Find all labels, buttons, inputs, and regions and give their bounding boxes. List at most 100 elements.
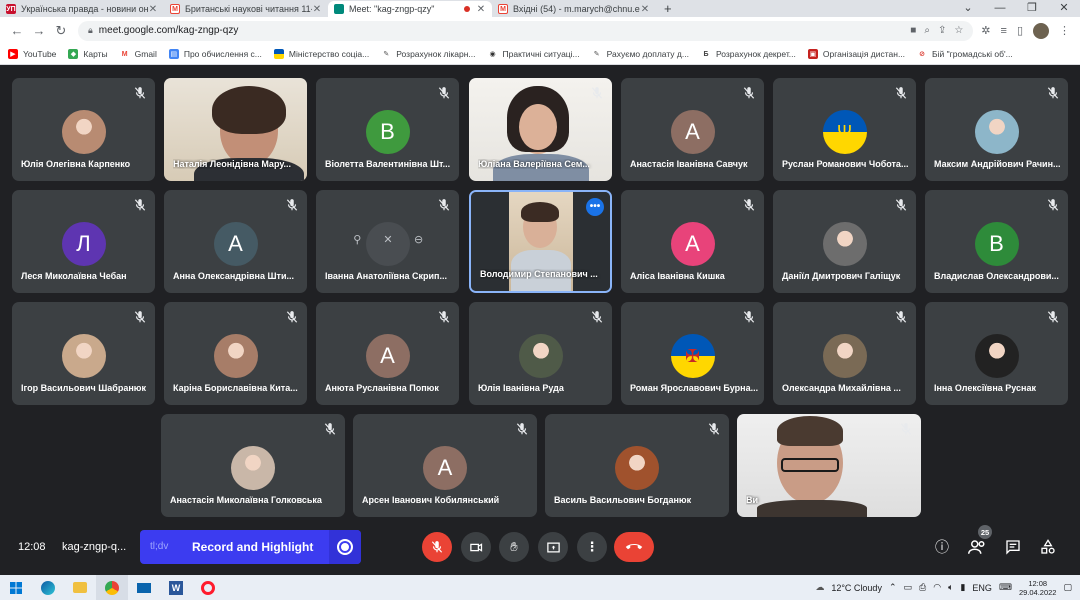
- taskbar-word[interactable]: W: [160, 575, 192, 600]
- participant-tile[interactable]: А Арсен Іванович Кобилянський: [353, 414, 537, 517]
- participant-tile[interactable]: ✠ Роман Ярославович Бурна...: [621, 302, 764, 405]
- record-highlight-button[interactable]: tl;dv Record and Highlight: [140, 530, 361, 564]
- minimize-icon[interactable]: —: [984, 0, 1016, 17]
- close-tab-icon[interactable]: ✕: [148, 4, 158, 15]
- tile-more-options-icon[interactable]: •••: [586, 198, 604, 216]
- close-tab-icon[interactable]: ✕: [640, 4, 650, 15]
- reading-list-icon[interactable]: ≡: [1001, 25, 1007, 37]
- pin-icon[interactable]: ⚲: [348, 230, 366, 248]
- bookmark-item[interactable]: ◆ Карты: [68, 49, 108, 59]
- participant-tile[interactable]: А Аліса Іванівна Кишка: [621, 190, 764, 293]
- tray-overflow-icon[interactable]: ⌃: [889, 582, 897, 593]
- keyboard-icon[interactable]: ⌨: [999, 582, 1012, 593]
- bookmark-item[interactable]: ▤ Про обчислення с...: [168, 49, 262, 59]
- extensions-puzzle-icon[interactable]: ✲: [981, 24, 990, 37]
- bookmark-item[interactable]: ◉ Практичні ситуаці...: [487, 49, 580, 59]
- participant-tile[interactable]: Інна Олексіївна Руснак: [925, 302, 1068, 405]
- camera-toggle-button[interactable]: [461, 532, 491, 562]
- back-icon[interactable]: ←: [6, 23, 28, 38]
- raise-hand-button[interactable]: ✋︎: [499, 532, 529, 562]
- participant-tile[interactable]: Наталія Леонідівна Мару...: [164, 78, 307, 181]
- close-window-icon[interactable]: ✕: [1048, 0, 1080, 17]
- share-icon[interactable]: ⇪: [938, 25, 946, 36]
- weather-text[interactable]: 12°C Cloudy: [831, 583, 882, 593]
- bookmark-item[interactable]: ✎ Рахуємо доплату д...: [591, 49, 689, 59]
- participant-tile[interactable]: В Владислав Олександрови...: [925, 190, 1068, 293]
- participant-tile[interactable]: Максим Андрійович Рачин...: [925, 78, 1068, 181]
- participant-name: Юлія Іванівна Руда: [478, 383, 564, 393]
- participant-tile[interactable]: А Анюта Русланівна Попюк: [316, 302, 459, 405]
- wifi-icon[interactable]: ◠: [933, 582, 941, 593]
- participant-tile[interactable]: Олександра Михайлівна ...: [773, 302, 916, 405]
- lock-icon[interactable]: 🔒︎: [88, 25, 93, 36]
- mute-participant-icon[interactable]: ✕: [379, 230, 397, 248]
- bookmark-item[interactable]: Міністерство соціа...: [273, 49, 369, 59]
- start-button[interactable]: [0, 575, 32, 600]
- browser-menu-icon[interactable]: ⋮: [1059, 24, 1070, 37]
- present-button[interactable]: [538, 532, 568, 562]
- remove-icon[interactable]: ⊖: [410, 230, 428, 248]
- participant-tile[interactable]: Юлія Іванівна Руда: [469, 302, 612, 405]
- chat-button[interactable]: [1003, 537, 1023, 557]
- record-icon[interactable]: [329, 530, 361, 564]
- zoom-icon[interactable]: ⌕: [924, 25, 930, 36]
- taskbar-opera[interactable]: [192, 575, 224, 600]
- participant-tile[interactable]: Л Леся Миколаївна Чебан: [12, 190, 155, 293]
- end-call-button[interactable]: [614, 532, 654, 562]
- camera-indicator-icon[interactable]: ■: [910, 25, 916, 36]
- browser-tab-active[interactable]: Meet: "kag-zngp-qzy" ✕: [328, 1, 492, 17]
- participant-tile[interactable]: Даніїл Дмитрович Галіщук: [773, 190, 916, 293]
- profile-avatar[interactable]: [1033, 22, 1049, 39]
- participant-tile[interactable]: А Анастасія Іванівна Савчук: [621, 78, 764, 181]
- bookmark-label: Рахуємо доплату д...: [606, 49, 689, 59]
- close-tab-icon[interactable]: ✕: [476, 4, 486, 15]
- browser-tab[interactable]: УП Українська правда - новини он ✕: [0, 1, 164, 17]
- meeting-code[interactable]: kag-zngp-q...: [62, 541, 126, 553]
- participant-tile[interactable]: ⚲ ✕ ⊖ Іванна Анатоліївна Скрип...: [316, 190, 459, 293]
- participant-tile[interactable]: Юлія Олегівна Карпенко: [12, 78, 155, 181]
- participant-tile[interactable]: Ви: [737, 414, 921, 517]
- date-time[interactable]: 12:08 29.04.2022: [1019, 579, 1057, 597]
- reload-icon[interactable]: ↻: [50, 23, 72, 39]
- close-tab-icon[interactable]: ✕: [312, 4, 322, 15]
- browser-tab[interactable]: M Вхідні (54) - m.marych@chnu.ed ✕: [492, 1, 656, 17]
- taskbar-mail[interactable]: [128, 575, 160, 600]
- volume-icon[interactable]: 🔈︎: [948, 582, 953, 593]
- mic-toggle-button[interactable]: [422, 532, 452, 562]
- participant-tile[interactable]: Юліана Валеріївна Сем...: [469, 78, 612, 181]
- participant-tile[interactable]: А Анна Олександрівна Шти...: [164, 190, 307, 293]
- battery-icon[interactable]: ▮: [960, 582, 965, 593]
- bookmark-item[interactable]: ▶ YouTube: [8, 49, 56, 59]
- participant-tile[interactable]: Анастасія Миколаївна Голковська: [161, 414, 345, 517]
- new-tab-button[interactable]: +: [656, 1, 680, 17]
- notifications-icon[interactable]: ▢: [1063, 582, 1072, 593]
- language-indicator[interactable]: ENG: [972, 583, 992, 593]
- bookmark-item[interactable]: Б Розрахунок декрет...: [700, 49, 796, 59]
- bookmark-star-icon[interactable]: ☆: [954, 25, 963, 36]
- browser-tab[interactable]: M Британські наукові читання 11- ✕: [164, 1, 328, 17]
- restore-icon[interactable]: ❐: [1016, 0, 1048, 17]
- taskbar-edge[interactable]: [32, 575, 64, 600]
- more-options-button[interactable]: ⋮: [577, 532, 607, 562]
- bookmark-item[interactable]: ▣ Організація дистан...: [807, 49, 905, 59]
- forward-icon[interactable]: →: [28, 23, 50, 38]
- bookmark-item[interactable]: ⊘ Бій "громадські об'...: [917, 49, 1013, 59]
- people-button[interactable]: [967, 537, 987, 557]
- bookmark-item[interactable]: ✎ Розрахунок лікарн...: [381, 49, 476, 59]
- participant-tile[interactable]: Василь Васильович Богданюк: [545, 414, 729, 517]
- participant-tile[interactable]: Каріна Бориславівна Кита...: [164, 302, 307, 405]
- url-field[interactable]: 🔒︎ meet.google.com/kag-zngp-qzy ■ ⌕ ⇪ ☆: [78, 20, 974, 41]
- participant-tile[interactable]: Ψ Руслан Романович Чобота...: [773, 78, 916, 181]
- taskbar-chrome[interactable]: [96, 575, 128, 600]
- meeting-info-button[interactable]: ⓘ: [932, 537, 952, 557]
- bookmark-item[interactable]: M Gmail: [119, 49, 157, 59]
- taskbar-explorer[interactable]: [64, 575, 96, 600]
- printer-icon[interactable]: ⎙: [919, 582, 926, 593]
- participant-tile[interactable]: В Віолетта Валентинівна Шт...: [316, 78, 459, 181]
- network-icon[interactable]: ▭: [903, 582, 912, 593]
- side-panel-icon[interactable]: ▯: [1017, 24, 1023, 37]
- tab-search-icon[interactable]: ⌄: [952, 0, 984, 17]
- participant-tile[interactable]: Ігор Васильович Шабранюк: [12, 302, 155, 405]
- activities-button[interactable]: [1038, 537, 1058, 557]
- participant-tile[interactable]: ••• Володимир Степанович ...: [469, 190, 612, 293]
